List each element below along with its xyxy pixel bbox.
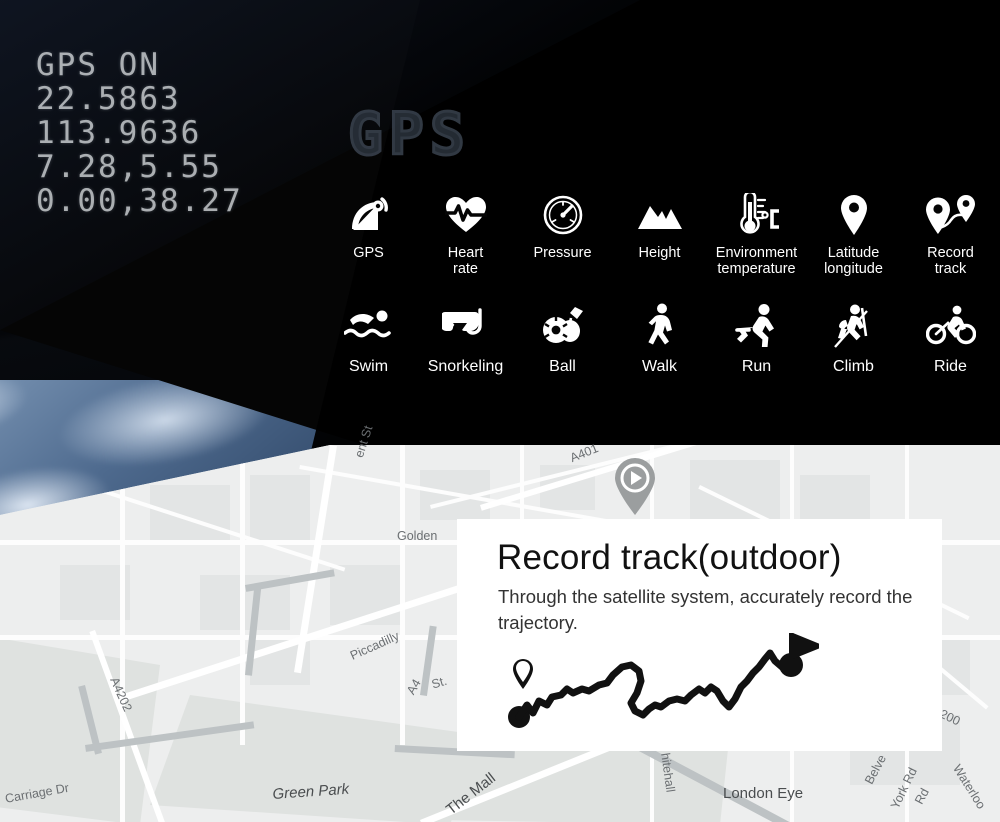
promo-banner: GPS ON 22.5863 113.9636 7.28,5.55 0.00,3…: [0, 0, 1000, 822]
gps-readout-line-4: 7.28,5.55: [36, 149, 222, 185]
feature-gps-label: GPS: [353, 245, 384, 261]
map-label: London Eye: [723, 785, 804, 802]
feature-walk[interactable]: Walk: [611, 299, 708, 375]
feature-climb-label: Climb: [833, 358, 874, 375]
climbing-icon: [833, 299, 875, 351]
ball-icon: [540, 299, 586, 351]
card-title: Record track(outdoor): [497, 538, 842, 577]
map-road: [400, 445, 405, 745]
feature-run[interactable]: Run: [708, 299, 805, 375]
thermometer-icon: [732, 192, 782, 238]
feature-ride-label: Ride: [934, 358, 967, 375]
map-pin-play-icon[interactable]: [613, 458, 657, 516]
map-block: [150, 485, 230, 545]
running-icon: [734, 299, 779, 351]
feature-row-sensors: GPS Heart rate Pressure Height Environme…: [320, 192, 1000, 277]
feature-walk-label: Walk: [642, 358, 677, 375]
map-pin-icon: [839, 192, 869, 238]
swimmer-icon: [343, 299, 394, 351]
map-road: [120, 445, 125, 822]
track-pins-icon: [925, 192, 977, 238]
feature-heart-rate-label: Heart rate: [447, 245, 484, 277]
feature-record-track[interactable]: Record track: [902, 192, 999, 277]
record-track-card: Record track(outdoor) Through the satell…: [457, 519, 942, 751]
heart-rate-icon: [444, 192, 487, 238]
feature-row-activities: Swim Snorkeling Ball Walk Run Climb Ride: [320, 299, 1000, 375]
feature-snorkeling-label: Snorkeling: [427, 358, 504, 375]
gps-track-path-illustration: [489, 631, 825, 741]
feature-ride[interactable]: Ride: [902, 299, 999, 375]
feature-latitude-longitude[interactable]: Latitude longitude: [805, 192, 902, 277]
satellite-dish-icon: [349, 192, 389, 238]
feature-climb[interactable]: Climb: [805, 299, 902, 375]
gauge-icon: [543, 192, 583, 238]
gps-readout-line-1: GPS ON: [36, 47, 160, 83]
map-label: Golden: [397, 529, 438, 543]
feature-gps[interactable]: GPS: [320, 192, 417, 261]
feature-environment-temperature[interactable]: Environment temperature: [708, 192, 805, 277]
feature-height[interactable]: Height: [611, 192, 708, 261]
gps-readout-line-2: 22.5863: [36, 81, 181, 117]
feature-ball[interactable]: Ball: [514, 299, 611, 375]
map-block: [250, 475, 310, 545]
feature-pressure-label: Pressure: [533, 245, 592, 261]
gps-watermark-text: GPS: [347, 99, 471, 170]
feature-icon-grid: GPS Heart rate Pressure Height Environme…: [320, 192, 1000, 375]
map-road: [240, 445, 245, 745]
mountains-icon: [637, 192, 683, 238]
feature-environment-temperature-label: Environment temperature: [715, 245, 798, 277]
feature-swim[interactable]: Swim: [320, 299, 417, 375]
feature-latitude-longitude-label: Latitude longitude: [824, 245, 883, 277]
feature-height-label: Height: [638, 245, 681, 261]
feature-run-label: Run: [741, 358, 772, 375]
gps-readout-line-3: 113.9636: [36, 115, 202, 151]
feature-snorkeling[interactable]: Snorkeling: [417, 299, 514, 375]
feature-swim-label: Swim: [348, 358, 389, 375]
feature-pressure[interactable]: Pressure: [514, 192, 611, 261]
feature-ball-label: Ball: [549, 358, 576, 375]
gps-readout: GPS ON 22.5863 113.9636 7.28,5.55 0.00,3…: [36, 48, 243, 218]
card-description: Through the satellite system, accurately…: [498, 586, 913, 633]
gps-readout-line-5: 0.00,38.27: [36, 183, 243, 219]
walking-icon: [644, 299, 676, 351]
cycling-icon: [925, 299, 976, 351]
feature-record-track-label: Record track: [927, 245, 974, 277]
snorkel-mask-icon: [441, 299, 490, 351]
feature-heart-rate[interactable]: Heart rate: [417, 192, 514, 277]
